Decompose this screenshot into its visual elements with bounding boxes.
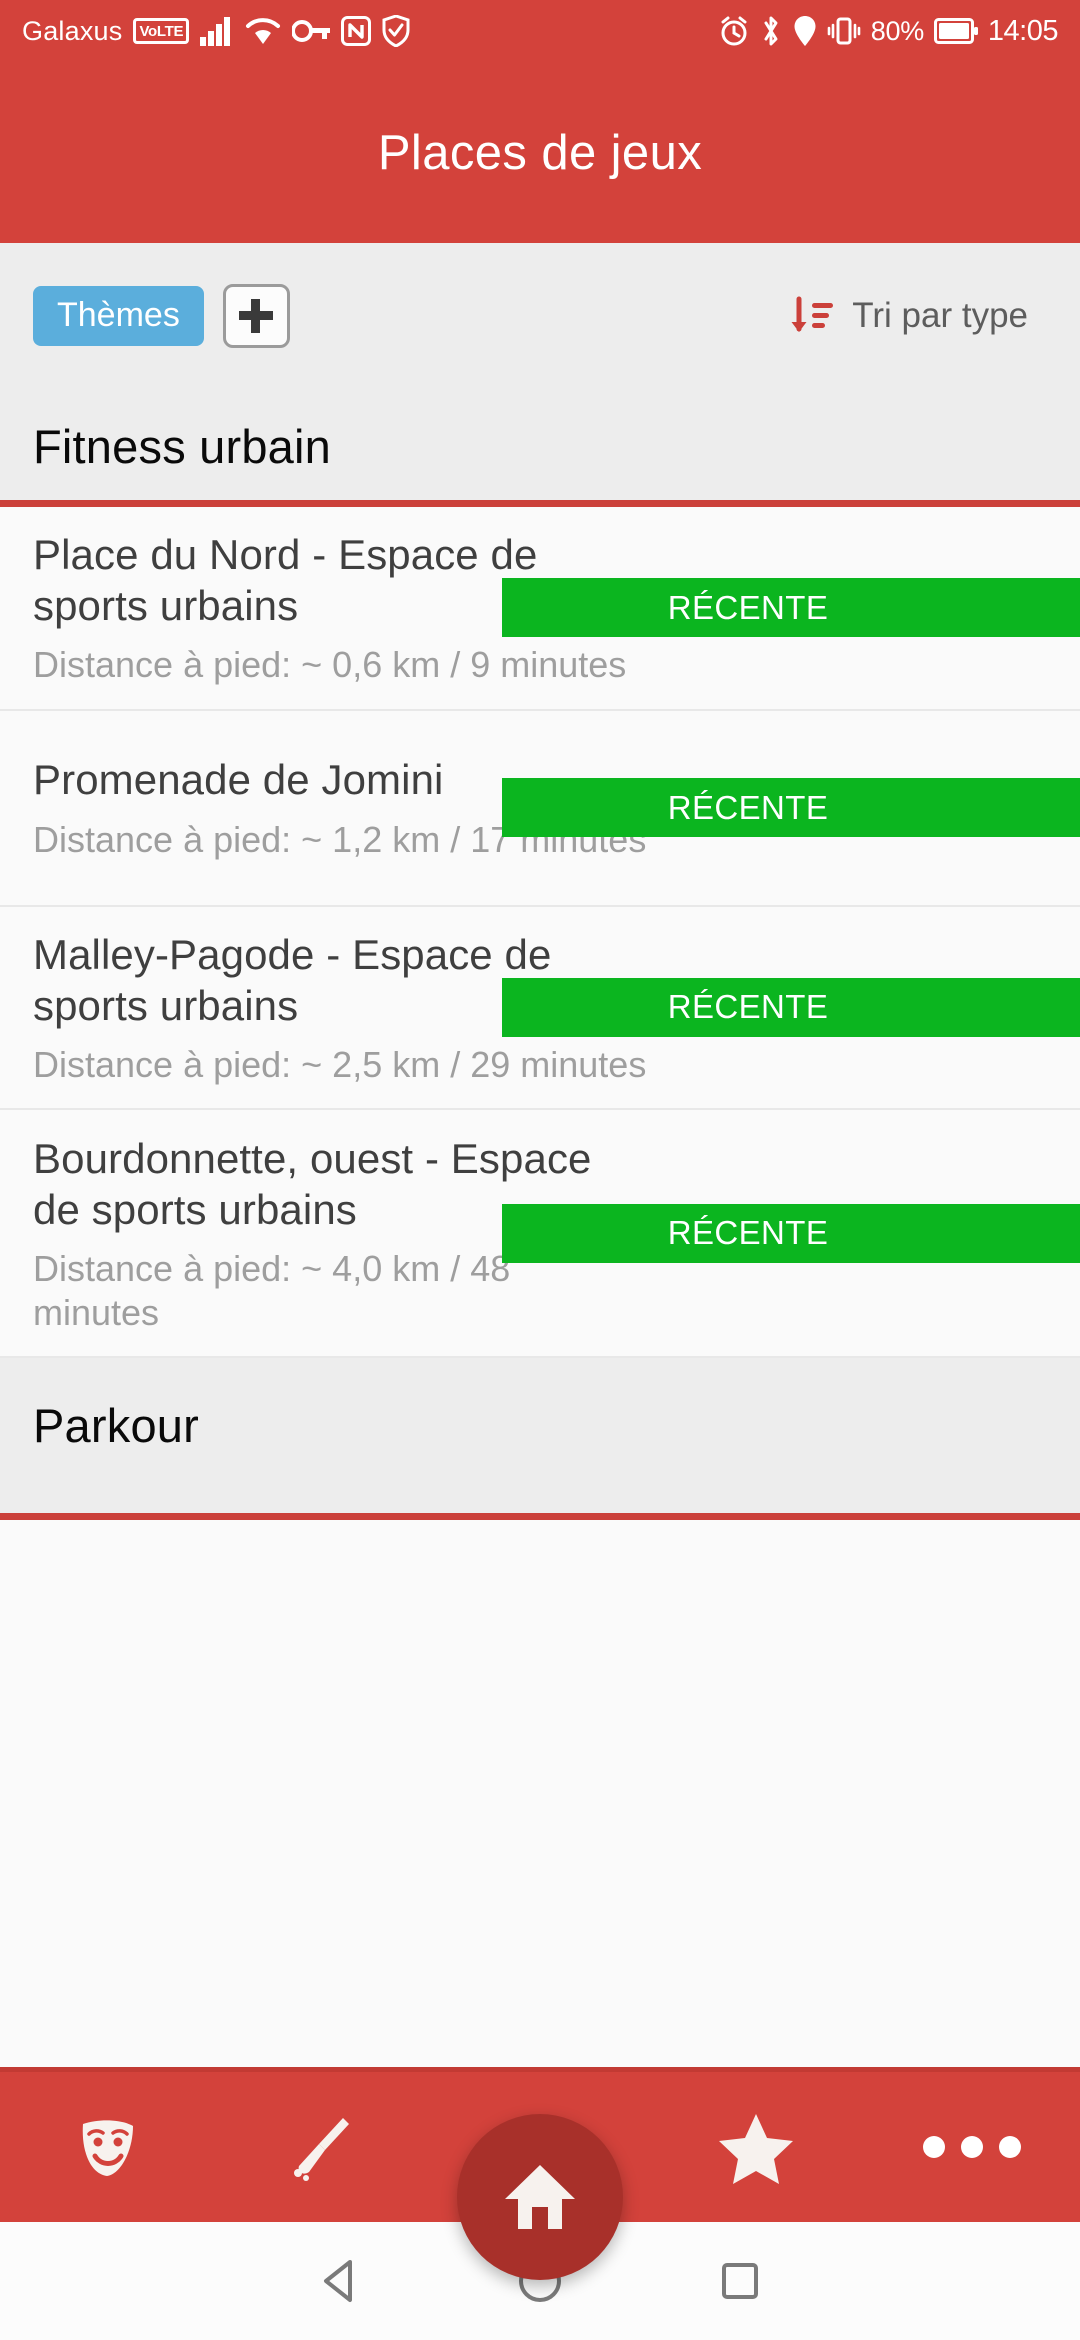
section-title: Parkour — [33, 1399, 199, 1453]
star-icon — [717, 2110, 795, 2184]
home-fab-button[interactable] — [457, 2114, 623, 2280]
list-item[interactable]: Bourdonnette, ouest - Espace de sports u… — [0, 1110, 1080, 1359]
back-triangle-icon — [318, 2258, 362, 2304]
broom-icon — [287, 2110, 361, 2184]
section-title: Fitness urbain — [33, 420, 331, 473]
status-bar: Galaxus VoLTE 80% 14:05 — [0, 0, 1080, 62]
status-badge: RÉCENTE — [502, 977, 1080, 1037]
list-item-distance: Distance à pied: ~ 2,5 km / 29 minutes — [33, 1044, 647, 1086]
more-dots-icon — [923, 2136, 1021, 2158]
bluetooth-icon — [759, 15, 783, 47]
volte-badge: VoLTE — [133, 18, 190, 44]
add-filter-button[interactable] — [222, 284, 290, 348]
app-root: Galaxus VoLTE 80% 14:05 Places de jeux T… — [0, 0, 1080, 2340]
alarm-icon — [719, 16, 749, 46]
section-header-parkour: Parkour — [0, 1358, 1080, 1514]
nav-star[interactable] — [648, 2072, 864, 2222]
battery-percent-label: 80% — [870, 15, 924, 46]
status-badge: RÉCENTE — [502, 778, 1080, 838]
clock-label: 14:05 — [987, 14, 1059, 47]
status-badge: RÉCENTE — [502, 578, 1080, 638]
list-item-badge-column: RÉCENTE — [502, 578, 1080, 638]
themes-filter-chip[interactable]: Thèmes — [33, 286, 204, 346]
places-list[interactable]: Fitness urbain Place du Nord - Espace de… — [0, 389, 1080, 2340]
section-header-fitness: Fitness urbain — [0, 389, 1080, 500]
theater-mask-icon — [71, 2110, 145, 2184]
page-title: Places de jeux — [377, 125, 703, 180]
themes-filter-chip-label: Thèmes — [57, 296, 180, 334]
sort-label: Tri par type — [852, 296, 1028, 335]
list-item[interactable]: Place du Nord - Espace de sports urbains… — [0, 507, 1080, 711]
system-recents-button[interactable] — [640, 2259, 840, 2303]
system-back-button[interactable] — [240, 2258, 440, 2304]
filter-bar: Thèmes Tri par type — [0, 243, 1080, 389]
list-item-distance: Distance à pied: ~ 0,6 km / 9 minutes — [33, 644, 627, 686]
home-icon — [501, 2159, 579, 2235]
nav-more[interactable] — [864, 2072, 1080, 2222]
list-item-badge-column: RÉCENTE — [502, 778, 1080, 838]
status-bar-right: 80% 14:05 — [719, 14, 1059, 48]
status-bar-left: Galaxus VoLTE — [22, 15, 410, 47]
signal-bars-icon — [200, 16, 234, 46]
sort-control[interactable]: Tri par type — [788, 293, 1028, 339]
nfc-icon — [341, 16, 372, 46]
list-item[interactable]: Promenade de Jomini Distance à pied: ~ 1… — [0, 710, 1080, 907]
list-item-badge-column: RÉCENTE — [502, 1203, 1080, 1263]
recents-square-icon — [718, 2259, 762, 2303]
nav-theater[interactable] — [0, 2072, 216, 2222]
list-item[interactable]: Malley-Pagode - Espace de sports urbains… — [0, 906, 1080, 1111]
shield-icon — [382, 15, 410, 47]
vibrate-icon — [827, 16, 861, 46]
location-icon — [793, 15, 817, 47]
list-item-badge-column: RÉCENTE — [502, 977, 1080, 1037]
app-bar: Places de jeux — [0, 62, 1080, 243]
plus-icon — [239, 299, 274, 333]
carrier-label: Galaxus — [22, 15, 123, 46]
wifi-icon — [245, 16, 281, 46]
sort-descending-icon — [788, 293, 834, 339]
vpn-key-icon — [292, 18, 331, 44]
status-badge: RÉCENTE — [502, 1203, 1080, 1263]
nav-broom[interactable] — [216, 2072, 432, 2222]
section-divider — [0, 500, 1080, 507]
section-divider — [0, 1513, 1080, 1521]
battery-icon — [933, 18, 978, 44]
